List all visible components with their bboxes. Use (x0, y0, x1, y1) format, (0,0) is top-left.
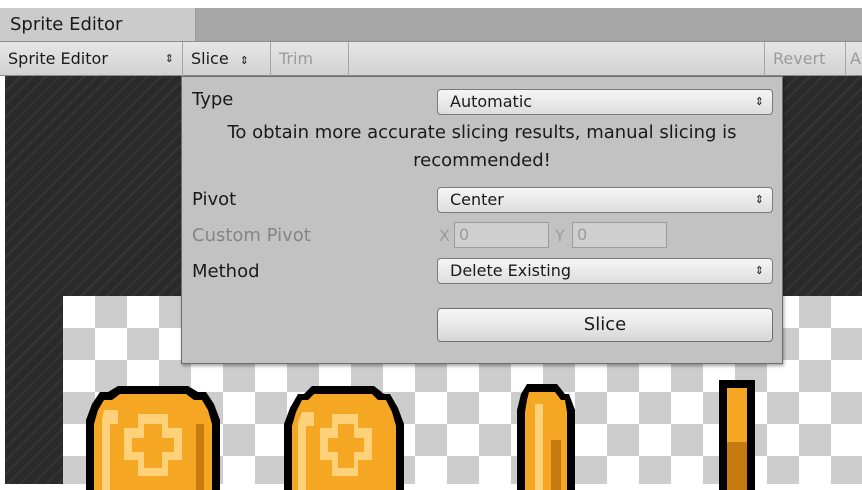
custom-pivot-y-label: Y (555, 226, 565, 245)
window-tab-sprite-editor[interactable]: Sprite Editor (0, 8, 196, 41)
dropdown-arrows-icon: ⇕ (164, 52, 174, 65)
type-dropdown[interactable]: Automatic ⇕ (437, 89, 773, 115)
apply-button[interactable]: A (846, 42, 862, 76)
canvas-left-edge (0, 76, 5, 484)
slice-popup: Type Automatic ⇕ To obtain more accurate… (181, 76, 783, 364)
top-strip (0, 0, 862, 8)
slicing-warning-text: To obtain more accurate slicing results,… (227, 122, 737, 171)
method-dropdown-value: Delete Existing (450, 261, 572, 280)
method-dropdown[interactable]: Delete Existing ⇕ (437, 258, 773, 284)
dropdown-arrows-icon: ⇕ (754, 95, 764, 108)
coin-sprite-3 (517, 384, 575, 490)
window-tab-bar: Sprite Editor (0, 8, 862, 42)
pivot-dropdown-value: Center (450, 190, 504, 209)
slice-button[interactable]: Slice (437, 308, 773, 342)
custom-pivot-x-label: X (439, 226, 450, 245)
custom-pivot-label: Custom Pivot (192, 225, 311, 246)
method-label: Method (192, 261, 260, 282)
coin-sprite-2 (284, 386, 404, 490)
toolbar: Sprite Editor ⇕ Slice ⇕ Trim Revert A (0, 42, 862, 76)
revert-button[interactable]: Revert (764, 42, 846, 76)
pivot-label: Pivot (192, 189, 237, 210)
dropdown-arrows-icon: ⇕ (754, 264, 764, 277)
dropdown-arrows-icon: ⇕ (239, 54, 249, 67)
slice-menu-label: Slice (191, 49, 229, 68)
coin-sprite-4 (719, 380, 755, 490)
coin-sprite-1 (86, 386, 220, 490)
pivot-dropdown[interactable]: Center ⇕ (437, 187, 773, 213)
dropdown-arrows-icon: ⇕ (754, 193, 764, 206)
type-dropdown-value: Automatic (450, 92, 533, 111)
slice-menu-button[interactable]: Slice ⇕ (183, 42, 271, 76)
custom-pivot-y-field[interactable]: 0 (572, 222, 667, 248)
editor-mode-dropdown[interactable]: Sprite Editor ⇕ (0, 42, 183, 76)
type-label: Type (192, 89, 234, 110)
trim-button[interactable]: Trim (271, 42, 349, 76)
editor-mode-label: Sprite Editor (8, 49, 108, 68)
custom-pivot-x-field[interactable]: 0 (454, 222, 549, 248)
